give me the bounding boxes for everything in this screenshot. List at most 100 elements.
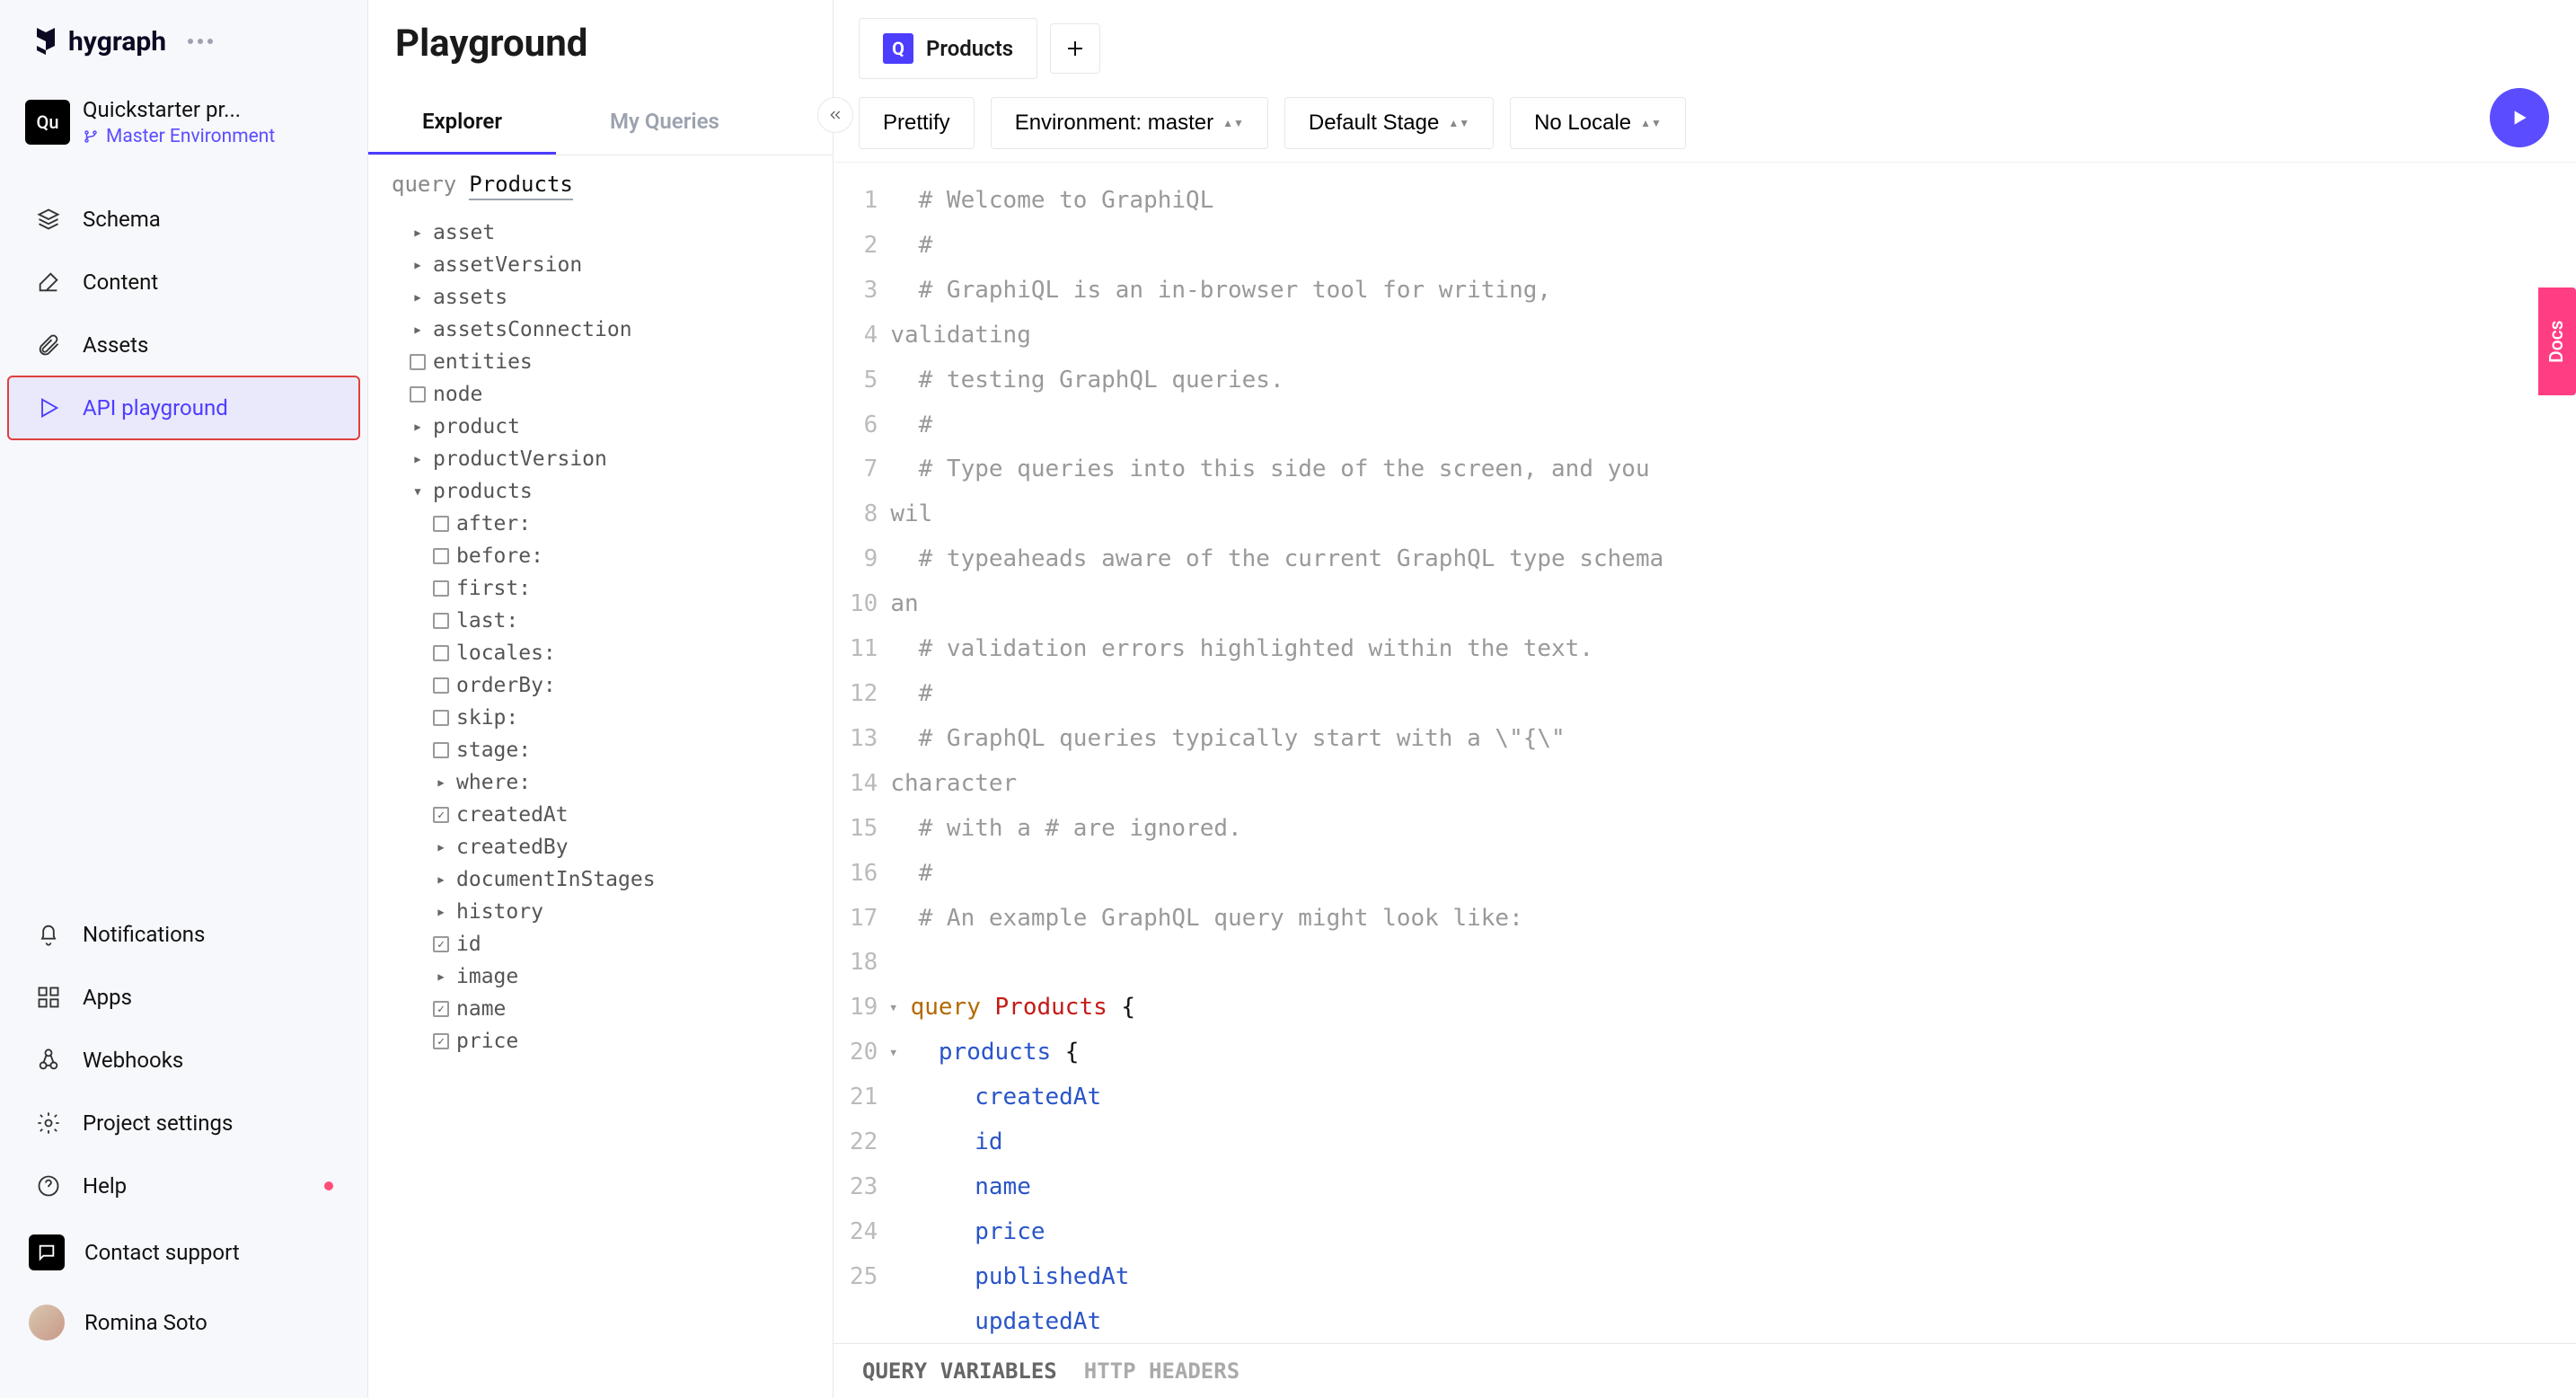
tree-item-label: productVersion: [433, 447, 607, 471]
edit-icon: [34, 268, 63, 296]
tree-item-label: createdAt: [456, 803, 569, 827]
checkbox-icon: [433, 645, 449, 661]
checkbox-icon: [433, 516, 449, 532]
tree-item-entities[interactable]: entities: [386, 346, 815, 378]
tree-item-label: locales:: [456, 641, 556, 665]
sidebar: hygraph Qu Quickstarter pr... Master Env…: [0, 0, 368, 1398]
tree-item-label: documentInStages: [456, 868, 656, 891]
tab-http-headers[interactable]: HTTP HEADERS: [1084, 1358, 1239, 1384]
tree-item-label: orderBy:: [456, 674, 556, 697]
tree-item-createdAt[interactable]: createdAt: [386, 799, 815, 831]
prettify-button[interactable]: Prettify: [859, 97, 975, 149]
tree-item-node[interactable]: node: [386, 378, 815, 411]
tree-item-asset[interactable]: ▶ asset: [386, 217, 815, 249]
tree-item-label: assets: [433, 286, 507, 309]
tree-item-price[interactable]: price: [386, 1025, 815, 1057]
toolbar: Prettify Environment: master▲▼ Default S…: [834, 88, 2576, 163]
project-selector[interactable]: Qu Quickstarter pr... Master Environment: [0, 90, 367, 173]
collapse-explorer-button[interactable]: [817, 97, 853, 133]
tree-item-label: image: [456, 965, 518, 988]
tree-item-label: first:: [456, 577, 531, 600]
brand-logo[interactable]: hygraph: [32, 25, 166, 58]
notification-dot: [324, 1181, 333, 1190]
sidebar-item-api-playground[interactable]: API playground: [9, 377, 358, 438]
locale-select[interactable]: No Locale▲▼: [1510, 97, 1686, 149]
tab-explorer[interactable]: Explorer: [368, 91, 556, 155]
help-icon: [34, 1172, 63, 1200]
tree-item-assetVersion[interactable]: ▶assetVersion: [386, 249, 815, 281]
brand-more-button[interactable]: [181, 31, 220, 51]
editor-area: Q Products Prettify Environment: master▲…: [834, 0, 2576, 1398]
tree-item-label: skip:: [456, 706, 518, 730]
tree-item-before[interactable]: before:: [386, 540, 815, 572]
disclosure-triangle-icon: ▶: [410, 322, 426, 338]
checkbox-icon: [433, 1033, 449, 1049]
bell-icon: [34, 920, 63, 949]
tree-item-locales[interactable]: locales:: [386, 637, 815, 669]
tree-item-label: products: [433, 480, 533, 503]
disclosure-triangle-icon: ▶: [410, 225, 426, 241]
tree-item-after[interactable]: after:: [386, 508, 815, 540]
tree-item-stage[interactable]: stage:: [386, 734, 815, 766]
tree-item-documentInStages[interactable]: ▶ documentInStages: [386, 863, 815, 896]
sidebar-item-webhooks[interactable]: Webhooks: [9, 1030, 358, 1091]
tree-item-orderBy[interactable]: orderBy:: [386, 669, 815, 702]
sidebar-item-schema[interactable]: Schema: [9, 189, 358, 250]
tree-item-products[interactable]: ▼ products: [386, 475, 815, 508]
nav-label: API playground: [83, 395, 228, 420]
tab-query-variables[interactable]: QUERY VARIABLES: [862, 1358, 1057, 1384]
add-tab-button[interactable]: [1050, 23, 1100, 74]
tab-my-queries[interactable]: My Queries: [556, 91, 773, 155]
tree-item-where[interactable]: ▶where:: [386, 766, 815, 799]
sidebar-item-support[interactable]: Contact support: [9, 1218, 358, 1287]
disclosure-triangle-icon: ▶: [433, 872, 449, 888]
sidebar-item-assets[interactable]: Assets: [9, 314, 358, 376]
sidebar-item-notifications[interactable]: Notifications: [9, 904, 358, 965]
checkbox-icon: [433, 710, 449, 726]
sidebar-item-user[interactable]: Romina Soto: [9, 1288, 358, 1357]
bottom-tabs: QUERY VARIABLES HTTP HEADERS: [834, 1343, 2576, 1398]
avatar: [29, 1305, 65, 1340]
query-type-badge: Q: [883, 33, 913, 64]
sidebar-item-content[interactable]: Content: [9, 252, 358, 313]
sidebar-item-apps[interactable]: Apps: [9, 967, 358, 1028]
sidebar-item-help[interactable]: Help: [9, 1155, 358, 1217]
checkbox-icon: [410, 386, 426, 403]
tree-item-first[interactable]: first:: [386, 572, 815, 605]
tree-item-assets[interactable]: ▶ assets: [386, 281, 815, 314]
tree-item-label: last:: [456, 609, 518, 633]
checkbox-icon: [433, 613, 449, 629]
tree-item-assetsConnection[interactable]: ▶ assetsConnection: [386, 314, 815, 346]
tree-item-label: product: [433, 415, 520, 438]
run-query-button[interactable]: [2490, 88, 2549, 147]
project-environment: Master Environment: [83, 126, 275, 147]
checkbox-icon: [410, 354, 426, 370]
tree-item-createdBy[interactable]: ▶createdBy: [386, 831, 815, 863]
tree-item-id[interactable]: id: [386, 928, 815, 960]
tree-item-label: assetsConnection: [433, 318, 632, 341]
docs-toggle[interactable]: Docs: [2538, 288, 2576, 395]
tree-item-label: asset: [433, 221, 495, 244]
tree-item-image[interactable]: ▶image: [386, 960, 815, 993]
environment-select[interactable]: Environment: master▲▼: [991, 97, 1268, 149]
tree-item-productVersion[interactable]: ▶ productVersion: [386, 443, 815, 475]
tree-item-product[interactable]: ▶product: [386, 411, 815, 443]
panel-tabs: Explorer My Queries: [368, 91, 833, 155]
disclosure-triangle-icon: ▶: [410, 451, 426, 467]
nav-primary: Schema Content Assets API playground: [0, 173, 367, 455]
tree-item-last[interactable]: last:: [386, 605, 815, 637]
query-tab[interactable]: Q Products: [859, 18, 1037, 79]
query-name-input[interactable]: Products: [469, 172, 573, 200]
disclosure-triangle-icon: ▶: [433, 839, 449, 855]
stage-select[interactable]: Default Stage▲▼: [1284, 97, 1494, 149]
disclosure-triangle-icon: ▶: [410, 289, 426, 305]
disclosure-triangle-icon: ▼: [410, 483, 426, 500]
tree-item-name[interactable]: name: [386, 993, 815, 1025]
code-editor[interactable]: 1234567891011121314151617181920212223242…: [834, 163, 2576, 1343]
gear-icon: [34, 1109, 63, 1137]
tree-item-history[interactable]: ▶history: [386, 896, 815, 928]
tree-item-skip[interactable]: skip:: [386, 702, 815, 734]
sort-icon: ▲▼: [1448, 117, 1469, 129]
sidebar-item-settings[interactable]: Project settings: [9, 1093, 358, 1154]
checkbox-icon: [433, 677, 449, 694]
